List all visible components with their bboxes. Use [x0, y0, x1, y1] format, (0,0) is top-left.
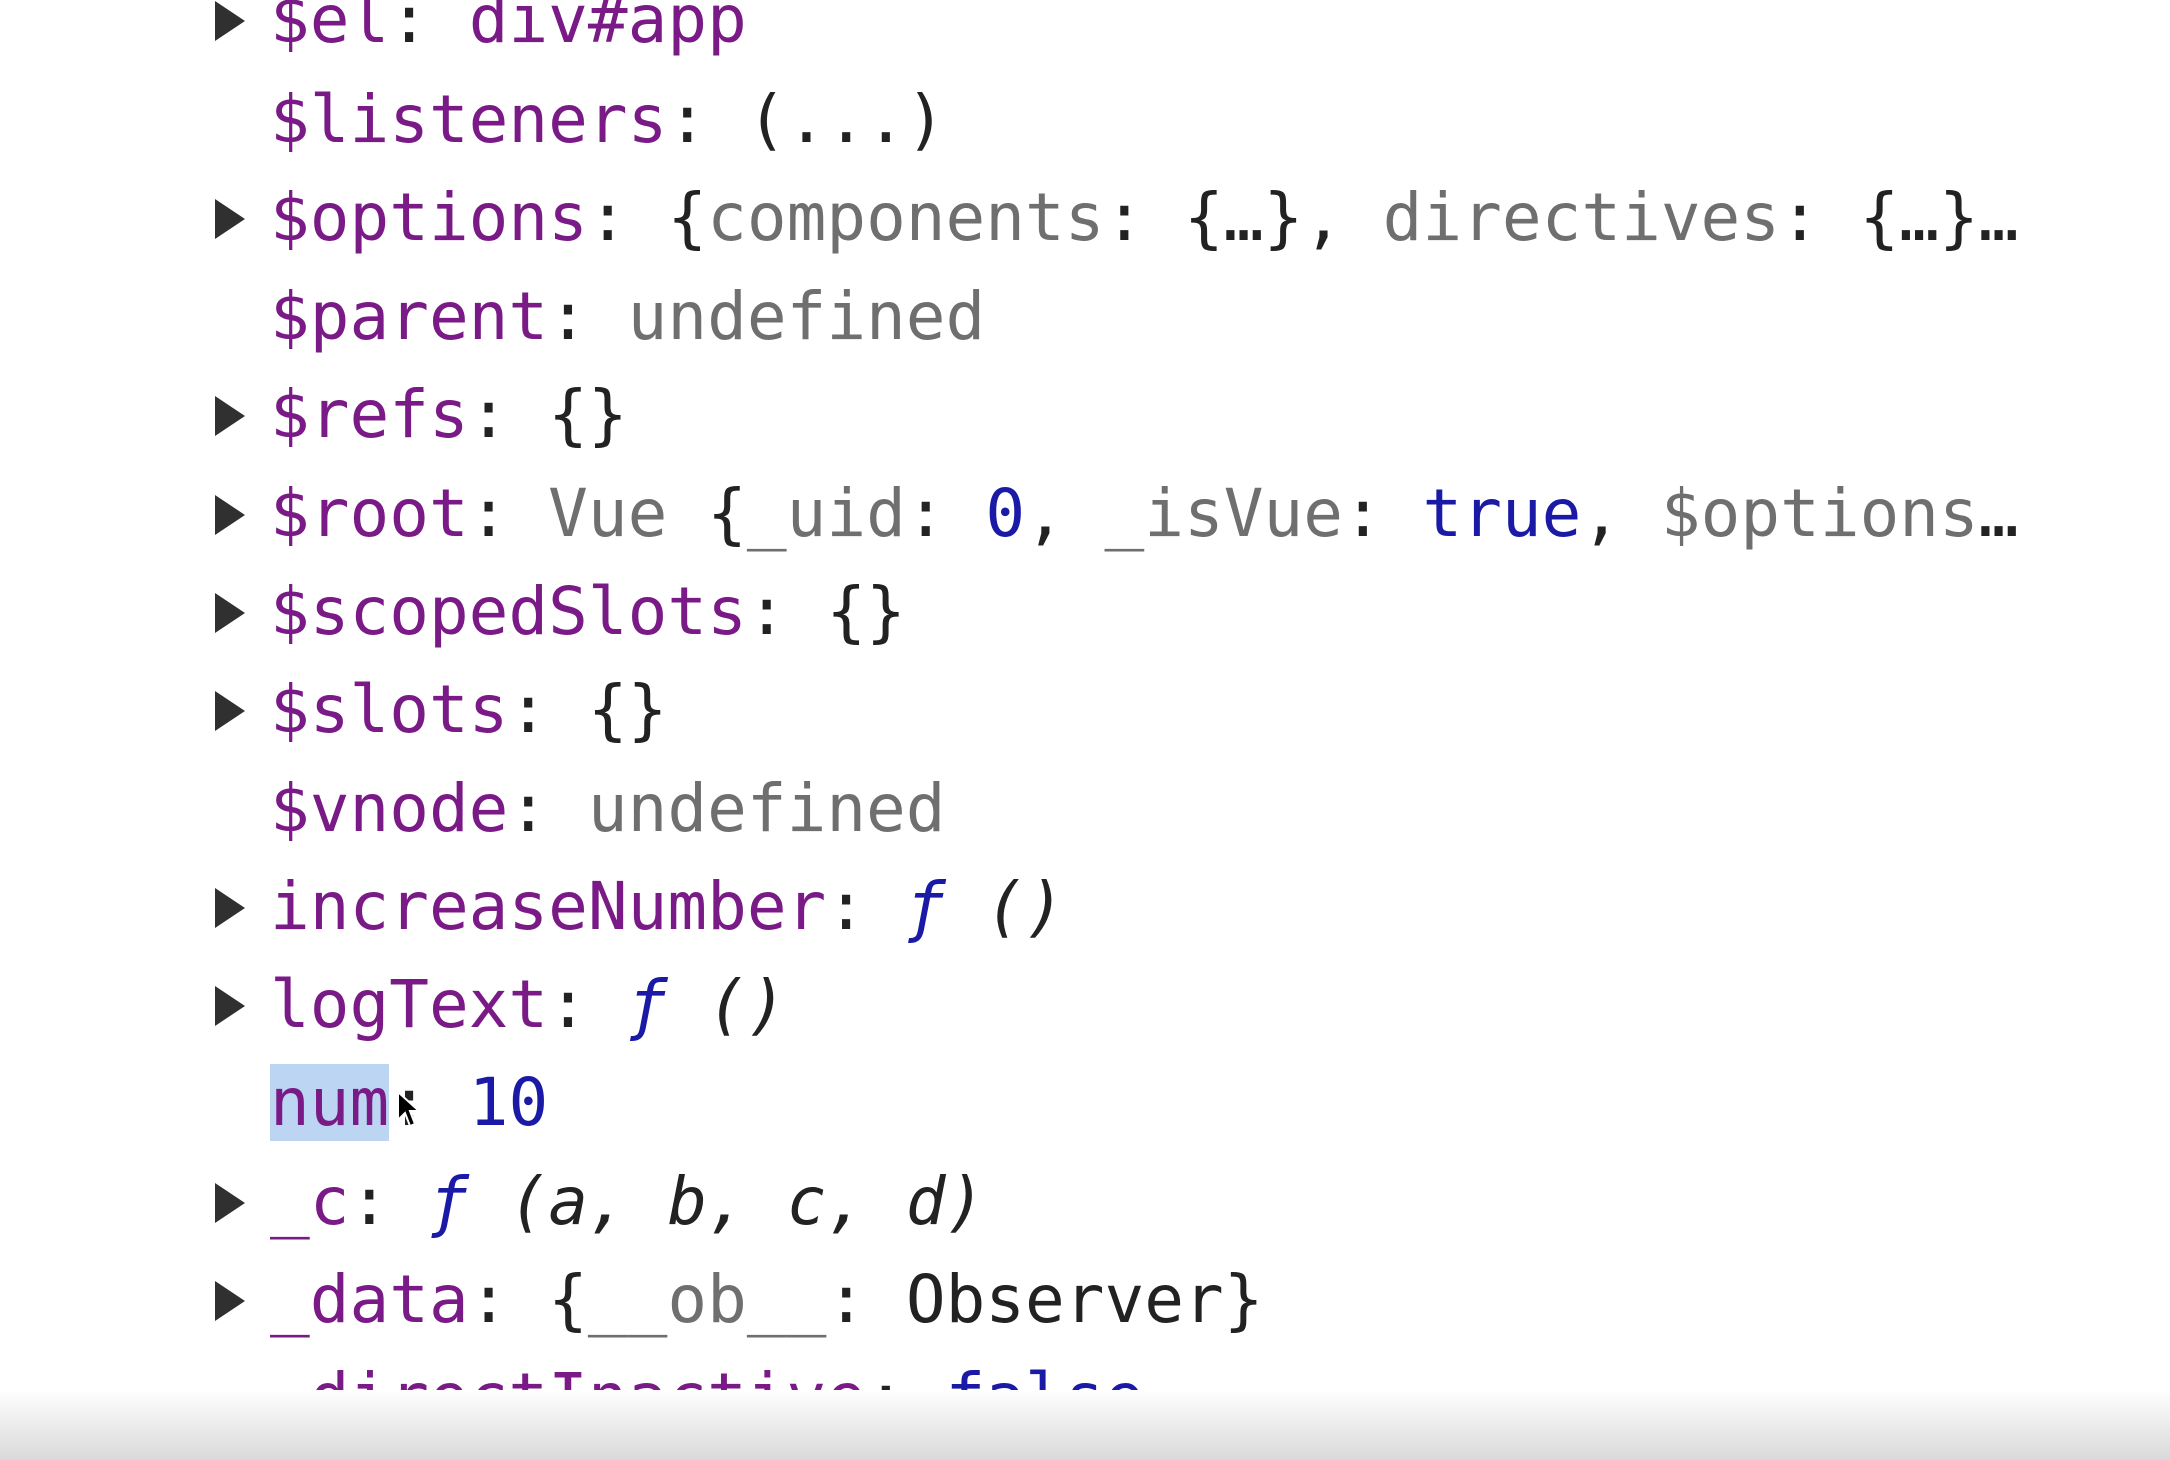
function-args: ()	[945, 868, 1065, 945]
property-separator: :	[548, 966, 628, 1043]
preview-comma: ,	[1581, 475, 1661, 552]
expand-triangle-icon[interactable]	[215, 199, 245, 239]
property-row-options[interactable]: $options: {components: {…}, directives: …	[215, 173, 2019, 263]
preview-ellipsis: …	[1978, 179, 2019, 256]
property-key: $listeners	[270, 81, 668, 158]
property-row-root[interactable]: $root: Vue {_uid: 0, _isVue: true, $opti…	[215, 469, 2019, 559]
property-value: {}	[826, 573, 906, 650]
function-args: (a, b, c, d)	[468, 1163, 986, 1240]
property-key: $el	[270, 0, 390, 58]
console-object-properties: $el: div#app $listeners: (...) $options:…	[0, 0, 2170, 1460]
property-row-scoped-slots[interactable]: $scopedSlots: {}	[215, 567, 906, 657]
property-value: {}	[548, 376, 628, 453]
preview-separator: :	[1780, 179, 1860, 256]
property-key-selected: num	[270, 1064, 390, 1141]
property-separator: :	[667, 81, 747, 158]
expand-triangle-icon[interactable]	[215, 1183, 245, 1223]
property-key: _c	[270, 1163, 350, 1240]
property-row-c[interactable]: _c: ƒ (a, b, c, d)	[215, 1157, 986, 1247]
property-row-slots[interactable]: $slots: {}	[215, 665, 668, 755]
property-value: undefined	[587, 770, 946, 847]
expand-triangle-icon[interactable]	[215, 888, 245, 928]
property-value: (...)	[746, 81, 946, 158]
expand-triangle-icon[interactable]	[215, 495, 245, 535]
function-glyph: ƒ	[428, 1163, 469, 1240]
preview-value: true	[1422, 475, 1582, 552]
property-separator: :	[508, 770, 588, 847]
property-separator: :	[349, 1163, 429, 1240]
preview-key: __ob__	[587, 1261, 827, 1338]
expand-triangle-icon[interactable]	[215, 593, 245, 633]
expand-triangle-icon[interactable]	[215, 1, 245, 41]
preview-brace: {	[548, 1261, 588, 1338]
preview-value: Observer	[905, 1261, 1224, 1338]
preview-separator: :	[1342, 475, 1423, 552]
preview-key: $options	[1660, 475, 1979, 552]
preview-comma: ,	[1303, 179, 1383, 256]
preview-comma: ,	[1025, 475, 1105, 552]
property-row-listeners[interactable]: $listeners: (...)	[270, 75, 946, 165]
property-key: logText	[270, 966, 549, 1043]
preview-value: 0	[985, 475, 1026, 552]
property-key: $parent	[270, 278, 549, 355]
property-value: undefined	[627, 278, 986, 355]
property-row-parent[interactable]: $parent: undefined	[270, 272, 985, 362]
preview-separator: :	[826, 1261, 906, 1338]
preview-brace: {	[667, 179, 708, 256]
expand-triangle-icon[interactable]	[215, 396, 245, 436]
property-key: $options	[270, 179, 588, 256]
preview-key: _uid	[746, 475, 906, 552]
property-row-el[interactable]: $el: div#app	[215, 0, 747, 65]
property-separator: :	[746, 573, 827, 650]
expand-triangle-icon[interactable]	[215, 986, 245, 1026]
property-key: _data	[270, 1261, 469, 1338]
property-key: $vnode	[270, 770, 509, 847]
property-key: increaseNumber	[270, 868, 827, 945]
preview-key: _isVue	[1104, 475, 1343, 552]
property-separator: :	[826, 868, 906, 945]
property-value: div#app	[468, 0, 747, 58]
preview-key: components	[707, 179, 1105, 256]
function-glyph: ƒ	[627, 966, 668, 1043]
property-separator: :	[548, 278, 628, 355]
property-value: {}	[587, 671, 668, 748]
property-row-increase-number[interactable]: increaseNumber: ƒ ()	[215, 862, 1065, 952]
property-row-refs[interactable]: $refs: {}	[215, 370, 628, 460]
expand-triangle-icon[interactable]	[215, 1281, 245, 1321]
property-separator: :	[468, 376, 549, 453]
preview-separator: :	[1104, 179, 1184, 256]
preview-key: directives	[1382, 179, 1781, 256]
preview-brace: {	[707, 475, 747, 552]
property-value: 10	[468, 1064, 549, 1141]
preview-separator: :	[905, 475, 986, 552]
expand-triangle-icon[interactable]	[215, 691, 245, 731]
property-key: $refs	[270, 376, 469, 453]
property-key: $root	[270, 475, 469, 552]
property-key: $scopedSlots	[270, 573, 747, 650]
property-row-data[interactable]: _data: {__ob__: Observer}	[215, 1255, 1264, 1345]
property-row-vnode[interactable]: $vnode: undefined	[270, 764, 946, 854]
preview-ellipsis: …	[1978, 475, 2019, 552]
property-separator: :	[587, 179, 668, 256]
preview-value: {…}	[1183, 179, 1304, 256]
property-separator: :	[468, 1261, 549, 1338]
function-args: ()	[667, 966, 787, 1043]
preview-class-name: Vue	[548, 475, 708, 552]
property-separator: :	[508, 671, 588, 748]
bottom-shadow	[0, 1390, 2170, 1460]
property-separator: :	[389, 0, 469, 58]
preview-brace: }	[1223, 1261, 1264, 1338]
function-glyph: ƒ	[905, 868, 946, 945]
preview-value: {…}	[1859, 179, 1979, 256]
mouse-pointer-icon	[397, 1090, 422, 1128]
property-row-log-text[interactable]: logText: ƒ ()	[215, 960, 787, 1050]
property-key: $slots	[270, 671, 509, 748]
property-separator: :	[468, 475, 549, 552]
